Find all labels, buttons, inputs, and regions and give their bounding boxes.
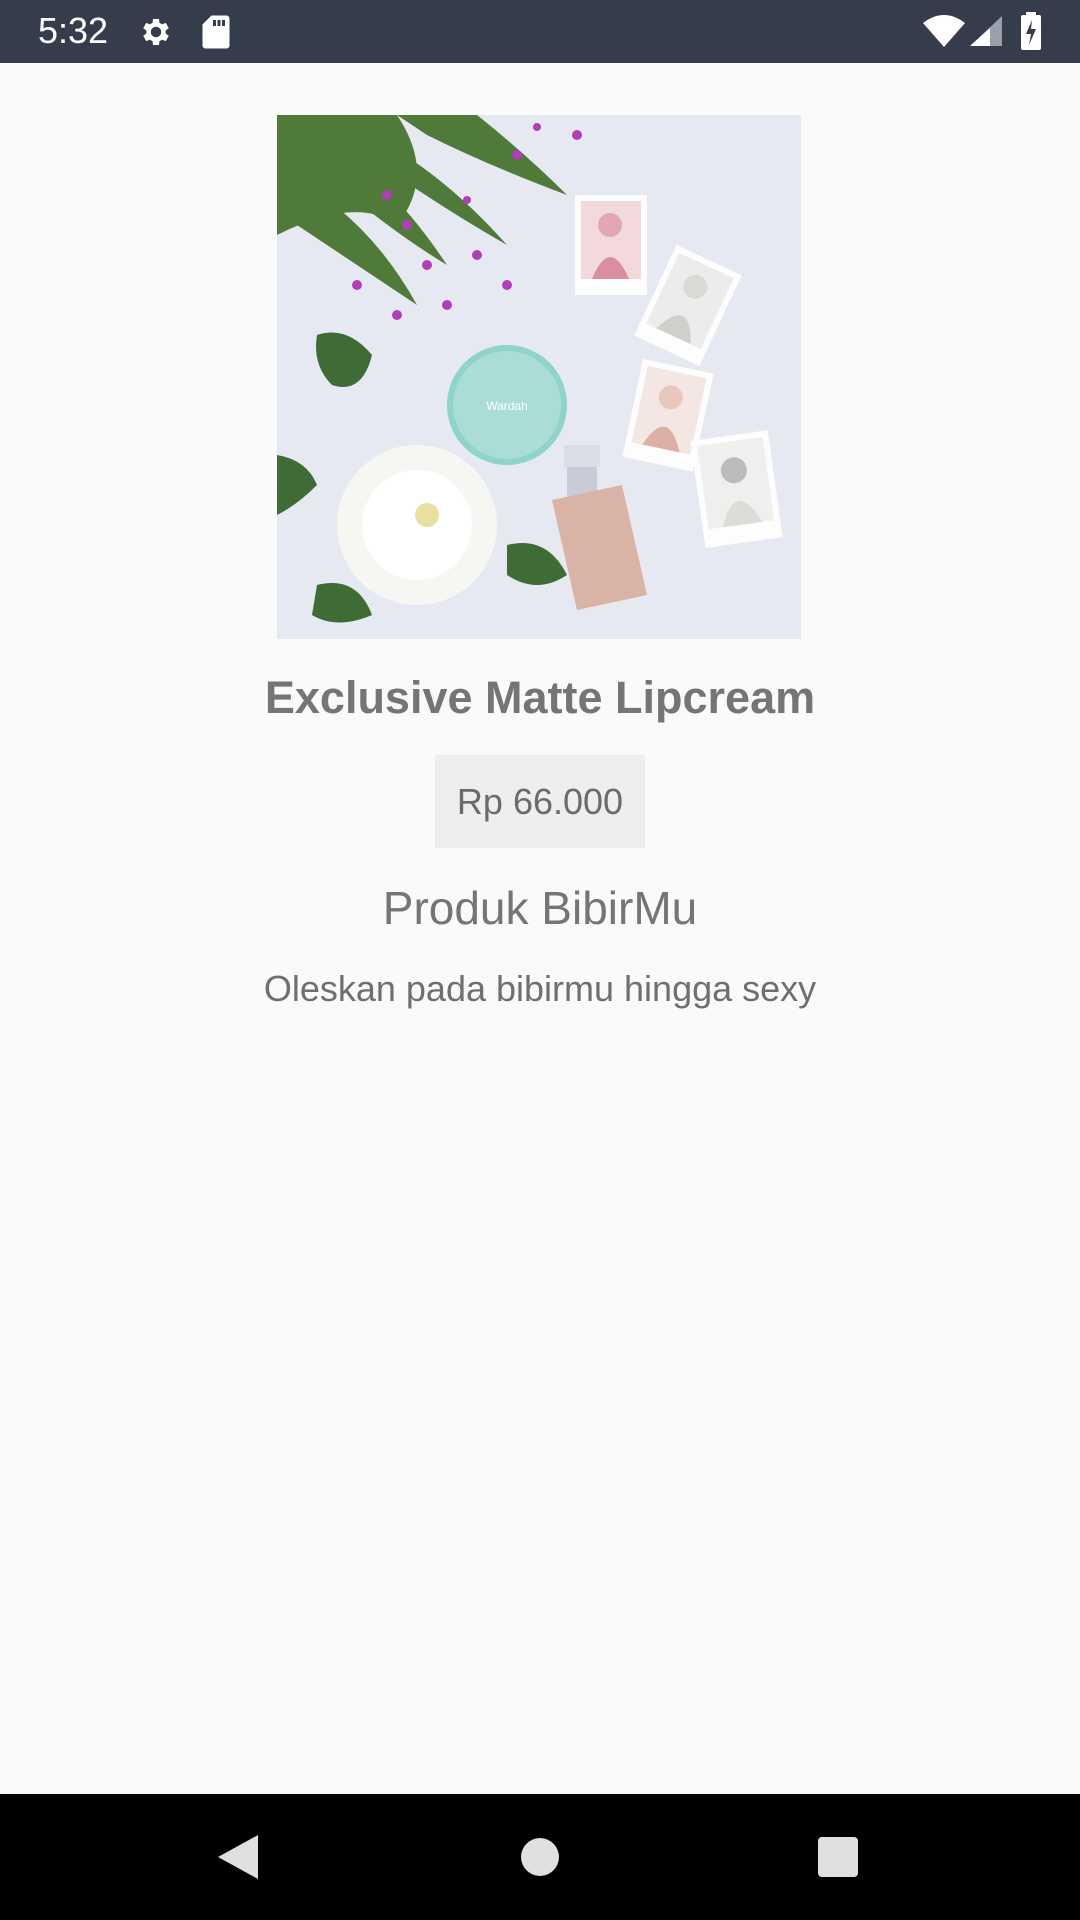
back-icon[interactable] (210, 1827, 270, 1887)
image-brand-text: Wardah (486, 399, 528, 413)
home-icon[interactable] (510, 1827, 570, 1887)
battery-charging-icon (1020, 12, 1042, 55)
product-description: Oleskan pada bibirmu hingga sexy (263, 968, 817, 1009)
product-category: Produk BibirMu (382, 882, 698, 934)
recents-icon[interactable] (808, 1827, 868, 1887)
product-title: Exclusive Matte Lipcream (264, 672, 816, 723)
status-time: 5:32 (38, 10, 109, 51)
cell-signal-icon (968, 14, 1004, 53)
price-badge: Rp 66.000 (435, 755, 645, 848)
product-content: Wardah Exclusive Matte Lipcream Rp 66.00… (0, 63, 1080, 1794)
gear-icon (138, 14, 174, 55)
product-image: Wardah (277, 115, 801, 639)
wifi-icon (922, 14, 966, 53)
status-bar: 5:32 (0, 0, 1080, 63)
sd-card-icon (201, 14, 231, 55)
product-detail-screen: 5:32 Wardah Exclusive Matte Lipcream Rp … (0, 0, 1080, 1920)
navigation-bar (0, 1794, 1080, 1920)
